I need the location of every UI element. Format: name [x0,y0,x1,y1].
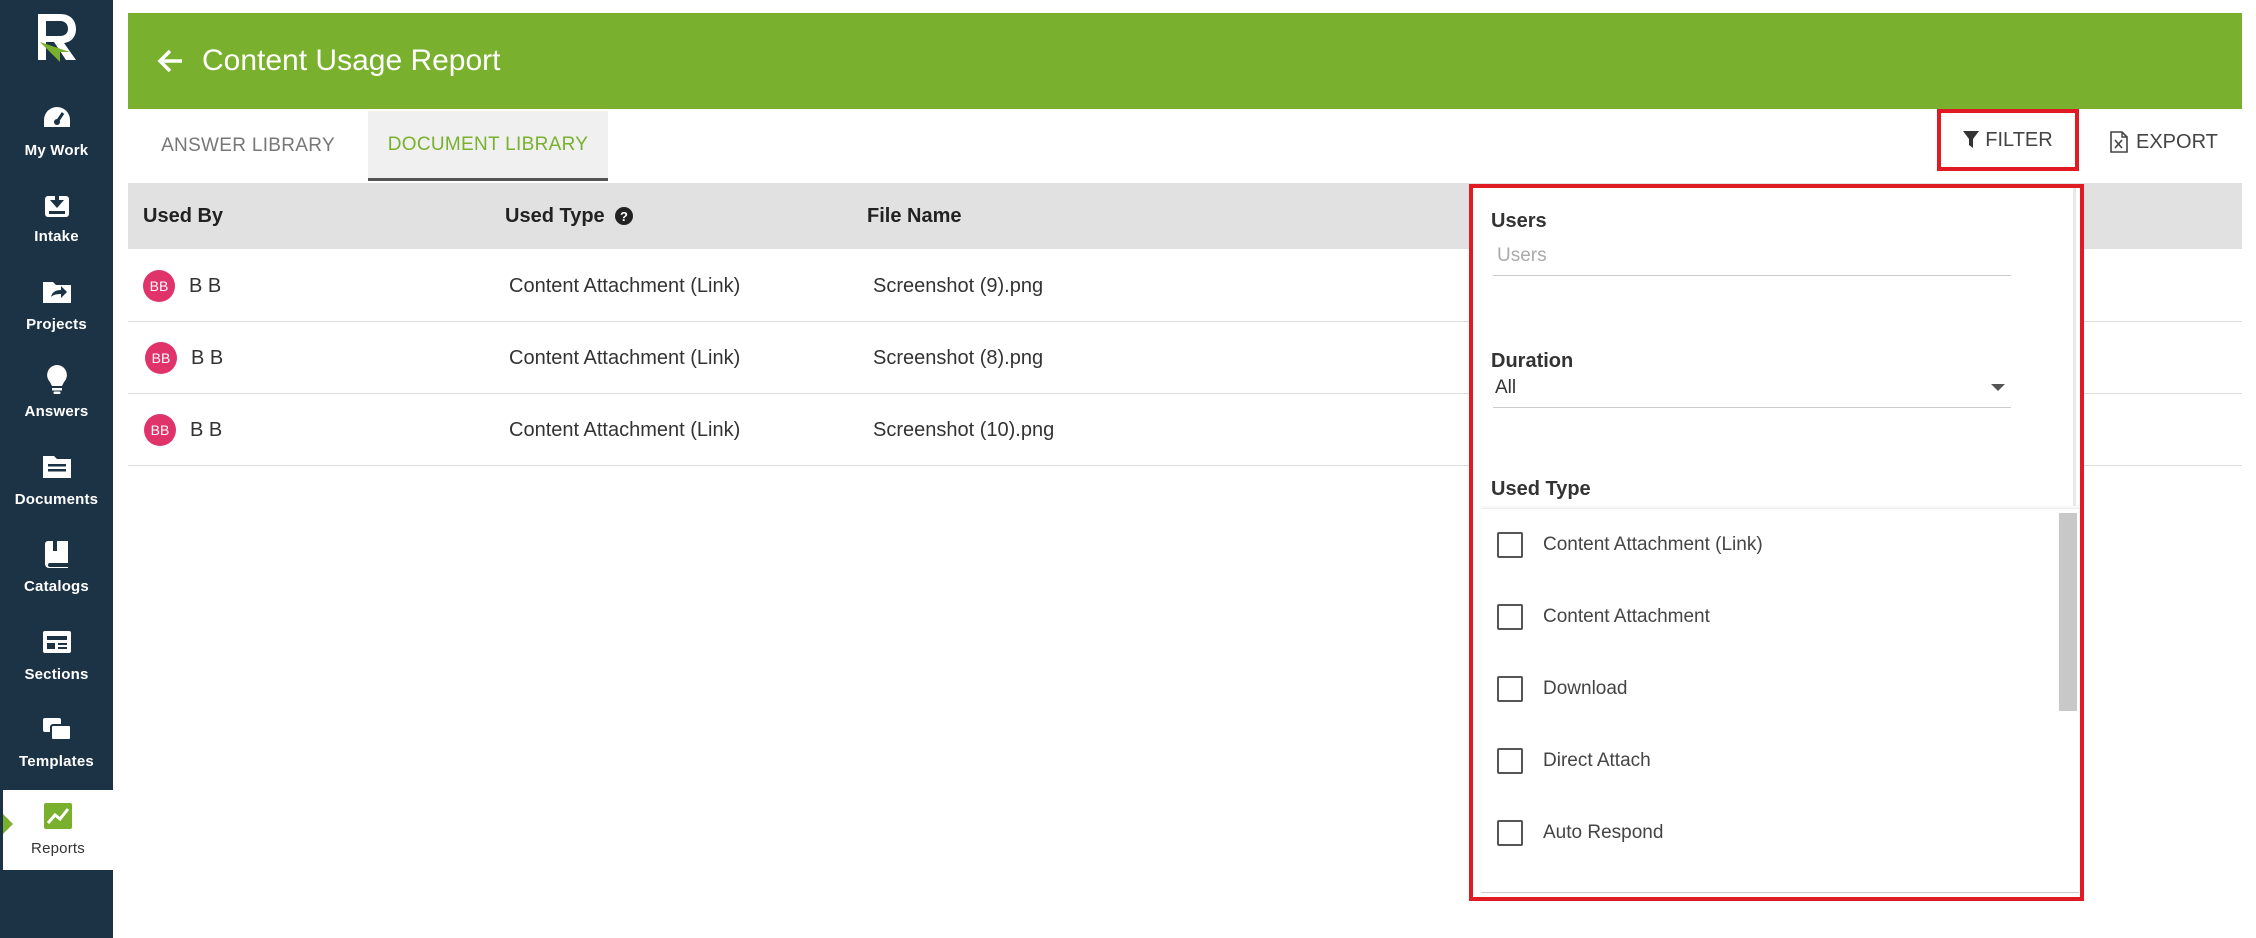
inbox-download-icon [41,188,73,220]
file-name-cell: Screenshot (9).png [873,274,1044,297]
folder-share-icon [41,276,73,308]
options-scrollbar-thumb[interactable] [2059,513,2077,711]
help-circle-icon[interactable]: ? [614,207,633,225]
filter-button[interactable]: FILTER [1937,109,2079,171]
user-name: B B [191,346,224,369]
lightbulb-icon [41,363,73,395]
svg-text:?: ? [620,209,628,224]
page-title: Content Usage Report [202,44,501,77]
excel-file-icon [2110,131,2128,153]
sidebar-item-documents[interactable]: Documents [0,441,113,521]
chart-icon [42,800,74,832]
checkbox[interactable] [1497,676,1523,702]
sidebar-item-reports[interactable]: Reports [3,790,113,870]
used-type-option[interactable]: Content Attachment (Link) [1481,509,2056,581]
option-label: Download [1543,678,1628,699]
panel-scrollbar[interactable] [2073,188,2076,506]
avatar: BB [143,270,175,302]
export-button[interactable]: EXPORT [2110,120,2218,164]
used-type-options: Content Attachment (Link) Content Attach… [1481,508,2079,893]
file-name-cell: Screenshot (8).png [873,346,1044,369]
caret-down-icon [1991,384,2005,391]
used-type-option[interactable]: Download [1481,653,2056,725]
checkbox[interactable] [1497,604,1523,630]
used-type-option[interactable]: Auto Respond [1481,797,2056,869]
users-label: Users [1491,210,1547,232]
sidebar-item-projects[interactable]: Projects [0,266,113,346]
column-header-used-by[interactable]: Used By [143,183,223,249]
checkbox[interactable] [1497,532,1523,558]
filter-icon [1963,131,1980,148]
column-header-file-name[interactable]: File Name [867,183,961,249]
active-indicator [3,814,13,834]
option-label: Direct Attach [1543,750,1651,771]
sidebar: My Work Intake Projects Answers Document… [0,0,113,938]
avatar: BB [144,414,176,446]
back-arrow-icon[interactable] [156,46,186,76]
used-type-cell: Content Attachment (Link) [509,418,741,441]
used-type-cell: Content Attachment (Link) [509,346,741,369]
templates-icon [41,713,73,745]
used-by-cell: BB B B [145,322,223,394]
gauge-icon [41,102,73,134]
user-name: B B [190,418,223,441]
sidebar-item-catalogs[interactable]: Catalogs [0,528,113,608]
export-button-label: EXPORT [2136,130,2218,153]
option-label: Content Attachment [1543,606,1710,627]
sidebar-item-answers[interactable]: Answers [0,353,113,433]
option-label: Content Attachment (Link) [1543,534,1763,555]
used-by-cell: BB B B [143,250,221,322]
users-input[interactable]: Users [1493,236,2011,276]
sidebar-item-label: Answers [24,403,89,420]
sidebar-item-templates[interactable]: Templates [0,703,113,783]
duration-select[interactable]: All [1493,368,2011,408]
options-scrollbar-track[interactable] [2059,509,2079,892]
sidebar-item-label: Sections [24,666,89,683]
sidebar-item-sections[interactable]: Sections [0,616,113,696]
used-type-cell: Content Attachment (Link) [509,274,741,297]
duration-value: All [1495,376,1517,398]
used-type-option[interactable]: Content Attachment [1481,581,2056,653]
page-header: Content Usage Report [128,13,2242,109]
checkbox[interactable] [1497,748,1523,774]
tab-answer-library[interactable]: ANSWER LIBRARY [143,111,353,181]
sidebar-item-label: Templates [19,753,94,770]
sidebar-item-my-work[interactable]: My Work [0,92,113,172]
tab-document-library[interactable]: DOCUMENT LIBRARY [368,111,608,181]
app-logo-icon[interactable] [34,12,80,66]
used-by-cell: BB B B [144,394,222,466]
sidebar-item-label: Catalogs [24,578,89,595]
column-header-used-type[interactable]: Used Type ? [505,183,633,249]
column-header-label: Used Type [505,204,605,227]
sidebar-item-intake[interactable]: Intake [0,178,113,258]
file-name-cell: Screenshot (10).png [873,418,1055,441]
sidebar-item-label: Intake [34,228,79,245]
used-type-option[interactable]: Direct Attach [1481,725,2056,797]
option-label: Auto Respond [1543,822,1664,843]
used-type-label: Used Type [1491,478,1591,500]
sidebar-item-label: Projects [26,316,87,333]
sidebar-item-label: Reports [31,840,85,857]
book-icon [41,538,73,570]
user-name: B B [189,274,222,297]
filter-button-label: FILTER [1985,128,2053,151]
sections-icon [41,626,73,658]
filter-panel: Users Users Duration All Used Type Conte… [1469,184,2084,901]
avatar: BB [145,342,177,374]
sidebar-item-label: My Work [24,142,89,159]
documents-icon [41,451,73,483]
checkbox[interactable] [1497,820,1523,846]
sidebar-item-label: Documents [14,491,99,508]
